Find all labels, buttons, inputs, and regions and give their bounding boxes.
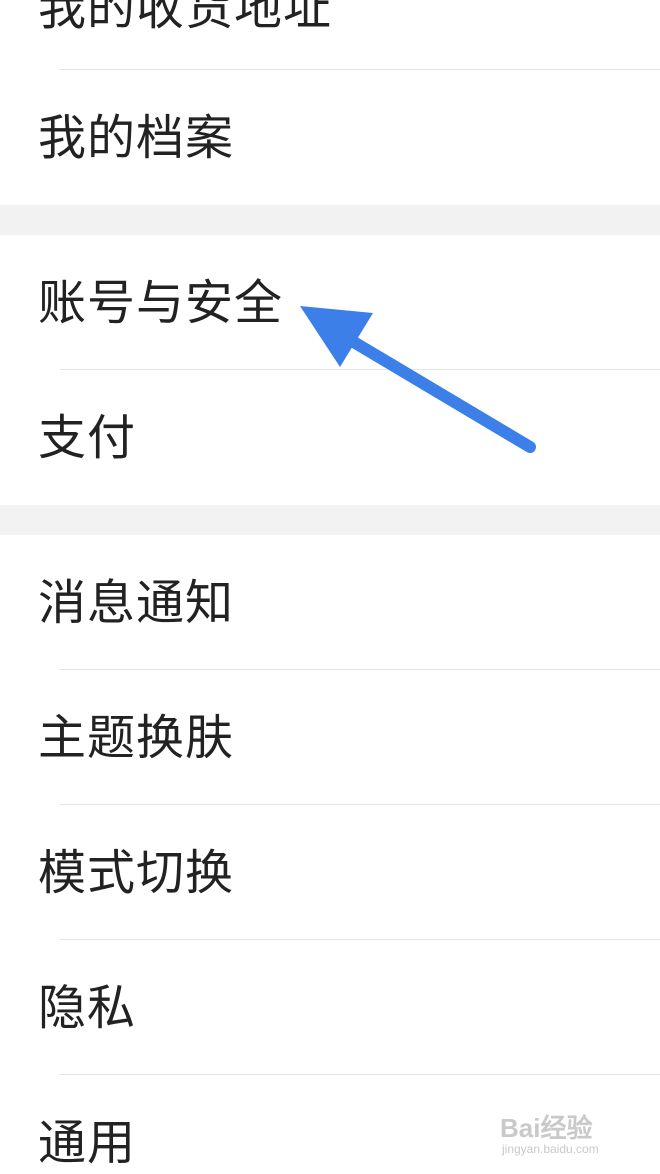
- watermark-text: Bai经验: [500, 1113, 593, 1143]
- settings-item-label: 隐私: [38, 980, 137, 1036]
- settings-item-label: 通用: [38, 1115, 137, 1171]
- settings-item-label: 支付: [38, 410, 137, 466]
- settings-screen: 我的收货地址 我的档案 账号与安全 支付 消息通知 主题换肤 模式切换 隐私 通…: [0, 0, 660, 1174]
- settings-item-theme[interactable]: 主题换肤: [0, 670, 660, 804]
- settings-item-account-security[interactable]: 账号与安全: [0, 235, 660, 369]
- settings-item-label: 消息通知: [38, 575, 235, 631]
- baidu-jingyan-watermark: Bai经验 jingyan.baidu.com: [500, 1104, 624, 1160]
- section-gap: [0, 505, 660, 535]
- settings-item-privacy[interactable]: 隐私: [0, 940, 660, 1074]
- settings-item-label: 模式切换: [38, 845, 235, 901]
- settings-item-label: 我的档案: [38, 110, 235, 166]
- settings-item-payment[interactable]: 支付: [0, 370, 660, 505]
- settings-item-shipping-address[interactable]: 我的收货地址: [0, 0, 660, 69]
- settings-item-my-profile[interactable]: 我的档案: [0, 70, 660, 205]
- settings-item-label: 主题换肤: [38, 710, 235, 766]
- settings-item-label: 我的收货地址: [38, 0, 333, 36]
- settings-item-notifications[interactable]: 消息通知: [0, 535, 660, 669]
- watermark-subtext: jingyan.baidu.com: [502, 1142, 599, 1156]
- settings-item-mode-switch[interactable]: 模式切换: [0, 805, 660, 939]
- section-gap: [0, 205, 660, 235]
- settings-item-label: 账号与安全: [38, 275, 284, 331]
